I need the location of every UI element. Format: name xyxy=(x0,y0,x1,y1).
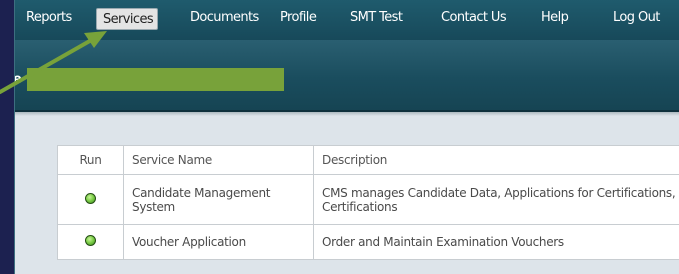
table-row: Voucher Application Order and Maintain E… xyxy=(57,224,679,260)
nav-reports[interactable]: Reports xyxy=(26,10,72,25)
header-band: e xyxy=(15,40,679,116)
status-indicator-icon[interactable] xyxy=(85,235,96,246)
nav-profile[interactable]: Profile xyxy=(280,10,317,25)
services-table: Run Service Name Description Candidate M… xyxy=(57,145,679,260)
table-row: Candidate Management System CMS manages … xyxy=(57,174,679,225)
service-name-cell[interactable]: Voucher Application xyxy=(123,224,314,260)
header-title-partial: e xyxy=(15,72,22,87)
column-header-description: Description xyxy=(313,145,679,175)
column-header-run: Run xyxy=(57,145,124,175)
table-header-row: Run Service Name Description xyxy=(57,145,679,175)
app-frame: Reports Services Documents Profile SMT T… xyxy=(14,0,679,274)
nav-contact-us[interactable]: Contact Us xyxy=(441,10,507,25)
nav-log-out[interactable]: Log Out xyxy=(613,10,660,25)
nav-help[interactable]: Help xyxy=(541,10,569,25)
nav-documents[interactable]: Documents xyxy=(190,10,259,25)
column-header-service-name: Service Name xyxy=(123,145,314,175)
nav-smt-test[interactable]: SMT Test xyxy=(350,10,403,25)
redaction-block xyxy=(27,68,284,91)
status-indicator-icon[interactable] xyxy=(85,192,96,204)
nav-services[interactable]: Services xyxy=(96,8,159,30)
description-cell: Order and Maintain Examination Vouchers xyxy=(313,224,679,260)
top-nav: Reports Services Documents Profile SMT T… xyxy=(15,0,679,40)
service-name-cell[interactable]: Candidate Management System xyxy=(123,174,314,225)
description-cell: CMS manages Candidate Data, Applications… xyxy=(313,174,679,225)
